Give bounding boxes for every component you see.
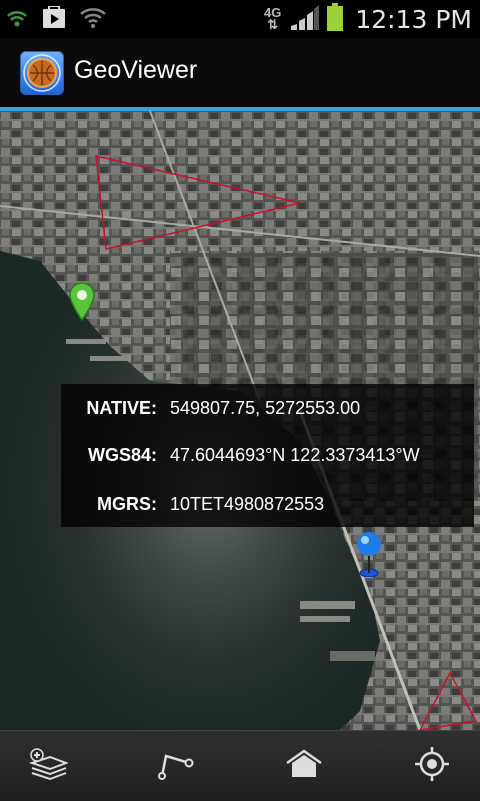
geoviewer-app-icon[interactable] (20, 51, 64, 95)
status-bar: 4G ⇅ 12:13 PM (0, 0, 480, 38)
coord-value: 10TET4980872553 (170, 494, 325, 514)
status-left-icons (6, 5, 106, 35)
network-type: 4G ⇅ (264, 5, 282, 32)
coord-row-native: NATIVE: 549807.75, 5272553.00 (61, 394, 474, 424)
coord-label: NATIVE: (86, 398, 157, 418)
cellular-signal-icon (289, 4, 320, 35)
play-store-icon (42, 5, 66, 35)
add-layer-icon (28, 747, 69, 786)
wifi-icon (80, 7, 106, 34)
coord-value: 47.6044693°N 122.3373413°W (170, 445, 420, 465)
add-layer-button[interactable] (20, 741, 76, 791)
coordinate-readout-panel: NATIVE: 549807.75, 5272553.00 WGS84: 47.… (61, 384, 474, 527)
locate-icon (414, 746, 450, 787)
sketch-button[interactable] (148, 741, 204, 791)
status-right-icons: 4G ⇅ 12:13 PM (264, 2, 472, 36)
battery-icon (327, 2, 344, 36)
locate-button[interactable] (404, 741, 460, 791)
action-bar: GeoViewer (0, 38, 480, 107)
blue-location-pin-icon[interactable] (354, 531, 384, 582)
home-icon (284, 748, 324, 785)
bottom-toolbar (0, 730, 480, 801)
coord-label: MGRS: (97, 494, 157, 514)
coord-label: WGS84: (87, 445, 157, 465)
clock: 12:13 PM (355, 4, 472, 34)
sketch-icon (156, 748, 196, 785)
coord-value: 549807.75, 5272553.00 (170, 398, 361, 418)
coord-row-wgs84: WGS84: 47.6044693°N 122.3373413°W (61, 441, 474, 471)
home-button[interactable] (276, 741, 332, 791)
green-location-pin-icon[interactable] (68, 281, 96, 326)
map-view[interactable]: NATIVE: 549807.75, 5272553.00 WGS84: 47.… (0, 111, 480, 730)
signal-wifi-icon (6, 7, 28, 34)
app-title: GeoViewer (74, 56, 198, 84)
coord-row-mgrs: MGRS: 10TET4980872553 (61, 490, 474, 520)
